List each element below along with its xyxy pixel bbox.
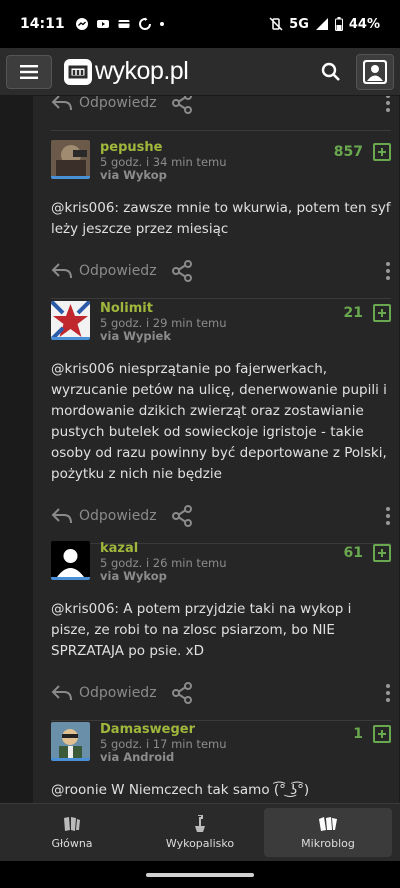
- messenger-icon: [75, 18, 88, 30]
- reply-button[interactable]: Odpowiedz: [79, 508, 157, 524]
- wykop-logo-mark: [64, 58, 92, 85]
- vote-count: 1: [353, 726, 363, 742]
- vibrate-off-icon: [269, 17, 283, 31]
- nav-label: Główna: [51, 837, 93, 850]
- nav-label: Mikroblog: [301, 837, 355, 850]
- logo-text: wykop.pl: [95, 57, 189, 85]
- reply-icon[interactable]: [51, 262, 73, 280]
- avatar[interactable]: [51, 301, 90, 340]
- notification-icons: [75, 17, 165, 31]
- system-gesture-area: [0, 861, 400, 888]
- vote-box: 857: [334, 143, 391, 161]
- upvote-button[interactable]: [373, 544, 391, 562]
- menu-icon: [20, 64, 38, 79]
- nav-glowna[interactable]: Główna: [8, 808, 136, 857]
- home-gesture-bar[interactable]: [146, 873, 254, 877]
- comment-text: @kris006 niesprzątanie po fajerwerkach, …: [51, 361, 387, 482]
- comment-text: @kris006: A potem przyjdzie taki na wyko…: [51, 601, 352, 659]
- post-time: 5 godz. i 26 min temu: [100, 555, 227, 570]
- vote-box: 61: [344, 544, 391, 562]
- divider: [51, 720, 391, 721]
- comment-nolimit: Nolimit 5 godz. i 29 min temu via Wypiek…: [51, 301, 391, 544]
- reply-icon[interactable]: [51, 96, 73, 112]
- search-button[interactable]: [316, 57, 346, 87]
- bottom-navigation: Główna Wykopalisko Mikroblog: [0, 803, 400, 861]
- dot-icon: [159, 22, 164, 26]
- more-options-icon[interactable]: [385, 684, 391, 702]
- more-options-icon[interactable]: [385, 96, 391, 112]
- vote-box: 1: [353, 725, 391, 743]
- comment-thread: Odpowiedz pepushe 5 godz. i 34 min temu …: [33, 96, 399, 803]
- nav-wykopalisko[interactable]: Wykopalisko: [136, 808, 264, 857]
- post-time: 5 godz. i 29 min temu: [100, 315, 227, 330]
- post-time: 5 godz. i 17 min temu: [100, 736, 227, 751]
- avatar[interactable]: [51, 140, 90, 179]
- wallet-icon: [118, 20, 130, 28]
- divider: [51, 130, 391, 131]
- more-options-icon[interactable]: [385, 262, 391, 280]
- post-source: via Wykop: [100, 569, 167, 584]
- reply-button[interactable]: Odpowiedz: [79, 685, 157, 701]
- post-source: via Android: [100, 750, 175, 765]
- share-icon[interactable]: [171, 682, 193, 704]
- more-options-icon[interactable]: [385, 507, 391, 525]
- content-area[interactable]: Odpowiedz pepushe 5 godz. i 34 min temu …: [0, 96, 400, 803]
- vote-count: 21: [343, 305, 363, 321]
- home-icon: [64, 817, 80, 831]
- status-time: 14:11: [20, 16, 65, 32]
- vote-count: 857: [333, 144, 363, 160]
- post-source: via Wypiek: [100, 329, 172, 344]
- post-source: via Wykop: [100, 168, 167, 183]
- comment-text: @kris006: zawsze mnie to wkurwia, potem …: [51, 200, 391, 237]
- wykop-logo[interactable]: wykop.pl: [64, 57, 189, 86]
- signal-icon: [315, 18, 328, 30]
- vote-count: 61: [343, 545, 363, 561]
- user-avatar-icon: [363, 59, 387, 84]
- share-icon[interactable]: [171, 260, 193, 282]
- vote-box: 21: [344, 304, 391, 322]
- author-name[interactable]: Nolimit: [100, 301, 227, 317]
- divider: [51, 298, 391, 299]
- avatar[interactable]: [51, 541, 90, 580]
- reply-button[interactable]: Odpowiedz: [79, 263, 157, 279]
- shovel-icon: [195, 815, 205, 832]
- reply-icon[interactable]: [51, 507, 73, 525]
- user-account-button[interactable]: [356, 53, 394, 90]
- reply-icon[interactable]: [51, 684, 73, 702]
- network-type: 5G: [289, 16, 309, 32]
- comment-pepushe: pepushe 5 godz. i 34 min temu via Wykop …: [51, 140, 391, 299]
- battery-icon: [334, 17, 343, 31]
- mikroblog-icon: [319, 817, 337, 831]
- status-right: 5G 44%: [269, 17, 380, 32]
- search-icon: [321, 62, 340, 81]
- nav-label: Wykopalisko: [165, 837, 235, 850]
- youtube-icon: [96, 20, 109, 28]
- comment-kazal: kazal 5 godz. i 26 min temu via Wykop 61…: [51, 541, 391, 721]
- status-bar: 14:11 5G 44%: [0, 0, 400, 48]
- comment-actions: Odpowiedz: [51, 96, 391, 131]
- battery-level: 44%: [348, 16, 380, 32]
- upvote-button[interactable]: [373, 143, 391, 161]
- avatar[interactable]: [51, 722, 90, 761]
- upvote-button[interactable]: [373, 304, 391, 322]
- comment-text: @roonie W Niemczech tak samo (͡° ͜ʖ͡°): [51, 782, 310, 798]
- menu-button[interactable]: [6, 54, 52, 89]
- nav-mikroblog[interactable]: Mikroblog: [264, 808, 392, 857]
- author-name[interactable]: Damasweger: [100, 722, 227, 738]
- reply-button[interactable]: Odpowiedz: [79, 96, 157, 111]
- upvote-button[interactable]: [373, 725, 391, 743]
- post-time: 5 godz. i 34 min temu: [100, 154, 227, 169]
- app-header: wykop.pl: [0, 48, 400, 96]
- author-name[interactable]: kazal: [100, 541, 227, 557]
- share-icon[interactable]: [171, 96, 193, 114]
- share-icon[interactable]: [171, 505, 193, 527]
- author-name[interactable]: pepushe: [100, 140, 227, 156]
- comment-damasweger: Damasweger 5 godz. i 17 min temu via And…: [51, 722, 391, 801]
- sync-icon: [138, 17, 151, 30]
